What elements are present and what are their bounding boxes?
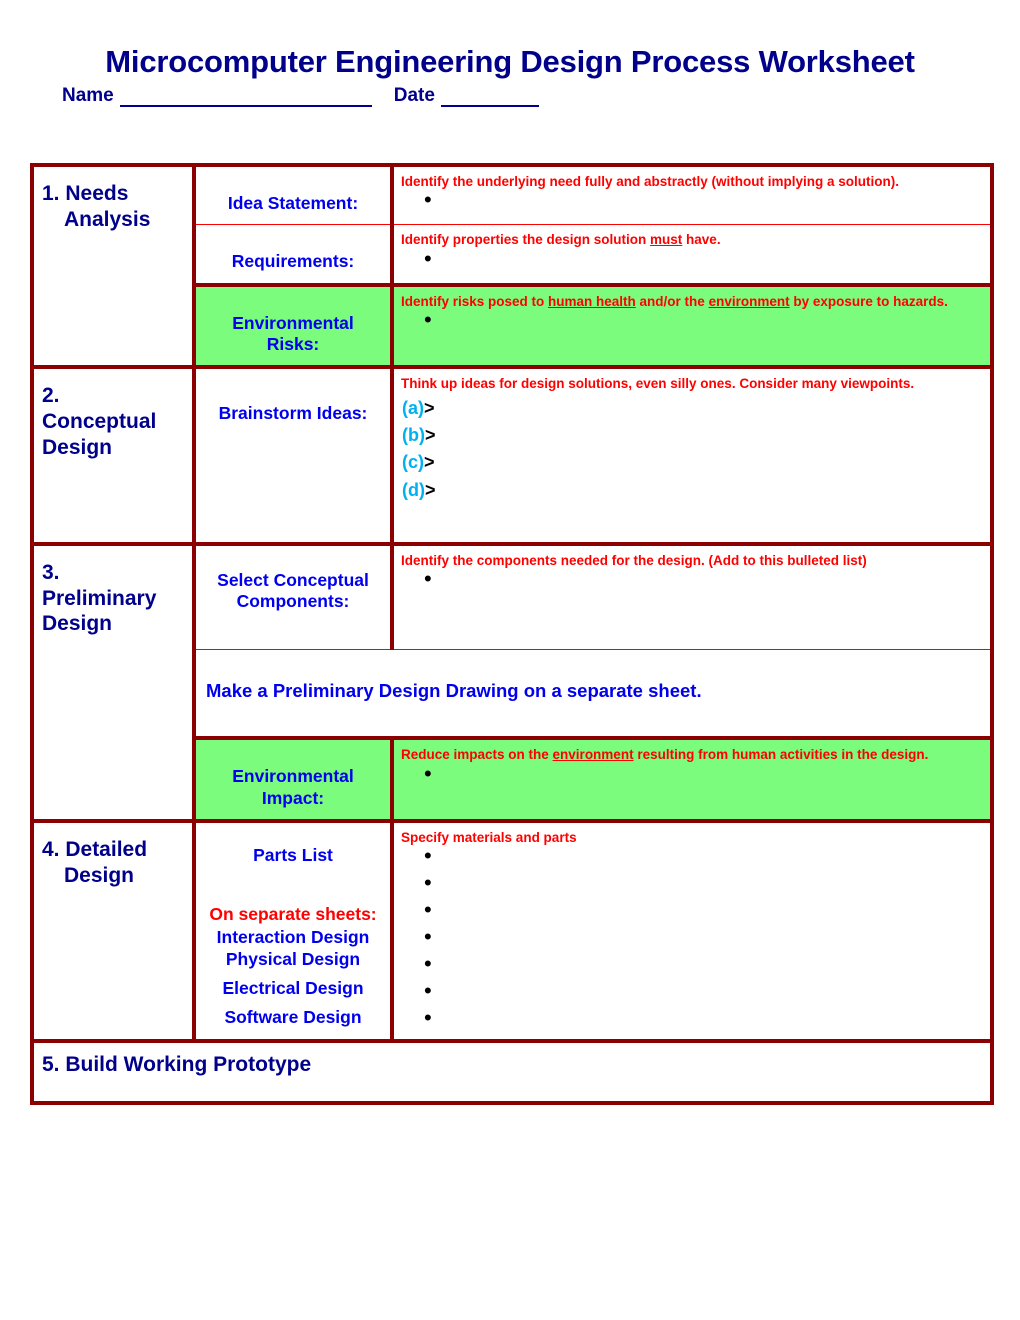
name-input-line[interactable] [119,87,372,107]
list-item[interactable] [394,763,990,796]
sublabel-brainstorm-ideas: Brainstorm Ideas: [218,403,368,424]
sublabel-parts-list: Parts List [253,845,333,866]
bullet-list-environmental-impact[interactable] [394,763,990,796]
list-item[interactable]: (a)> [402,395,990,422]
on-separate-sheets-label: On separate sheets: [209,904,377,925]
sublabel-environmental-risks: Environmental Risks: [232,312,354,355]
list-item[interactable] [394,872,990,904]
bullet-list-environmental-risks[interactable] [394,309,990,342]
sublabel-cell-requirements: Requirements: [194,224,394,287]
sublabel-cell-brainstorm: Brainstorm Ideas: [194,367,394,547]
instruction-idea-statement: Identify the underlying need fully and a… [401,174,900,189]
sublabel-cell-environmental-impact: Environmental Impact: [194,738,394,824]
sublabel-cell-idea-statement: Idea Statement: [194,163,394,226]
instruction-parts-list: Specify materials and parts [401,830,577,846]
sublabel-cell-parts-list: Parts List On separate sheets: Interacti… [194,821,394,1044]
date-input-line[interactable] [440,87,539,107]
date-label: Date [393,84,435,106]
list-item[interactable] [394,189,990,222]
instruction-select-components: Identify the components needed for the d… [401,553,867,569]
sublabel-requirements: Requirements: [231,251,355,272]
worksheet-header: Microcomputer Engineering Design Process… [0,0,1020,107]
sublabel-cell-select-components: Select Conceptual Components: [194,544,394,651]
list-item[interactable]: (c)> [402,449,990,476]
stage-cell-2: 2. Conceptual Design [30,367,196,547]
bullet-list-parts[interactable] [394,845,990,1039]
stage-label-2: 2. Conceptual Design [42,384,157,459]
worksheet-table-wrapper: 1. Needs Analysis Idea Statement: Identi… [30,162,994,1106]
sublabel-idea-statement: Idea Statement: [227,193,359,213]
table-row: 2. Conceptual Design Brainstorm Ideas: T… [30,367,994,547]
list-item[interactable]: (d)> [402,477,990,504]
instruction-brainstorm: Think up ideas for design solutions, eve… [401,376,915,392]
stage-cell-3: 3. Preliminary Design [30,544,196,824]
stage-label-1: 1. Needs Analysis [42,182,151,231]
content-cell-parts-list[interactable]: Specify materials and parts [392,821,994,1044]
stage-label-3: 3. Preliminary Design [42,561,157,636]
sublabel-cell-environmental-risks: Environmental Risks: [194,284,394,370]
table-row: 4. Detailed Design Parts List On separat… [30,821,994,1044]
separate-sheet-item: Electrical Design [222,978,364,999]
list-item[interactable] [394,980,990,1012]
table-row: 3. Preliminary Design Select Conceptual … [30,544,994,824]
table-row: 5. Build Working Prototype [30,1041,994,1106]
separate-sheet-item: Interaction Design Physical Design [216,926,370,970]
instruction-requirements: Identify properties the design solution … [401,232,721,248]
page-title: Microcomputer Engineering Design Process… [105,44,915,79]
lettered-idea-list[interactable]: (a)> (b)> (c)> (d)> [394,393,990,504]
instruction-environmental-risks: Identify risks posed to human health and… [401,293,948,309]
name-label: Name [62,84,114,106]
design-process-table: 1. Needs Analysis Idea Statement: Identi… [30,162,994,1106]
list-item[interactable] [394,248,990,281]
bullet-list-requirements[interactable] [394,248,990,281]
sublabel-environmental-impact: Environmental Impact: [232,766,354,808]
name-date-line: Name Date [62,85,1020,107]
content-cell-requirements[interactable]: Identify properties the design solution … [392,224,994,287]
content-cell-idea-statement[interactable]: Identify the underlying need fully and a… [392,163,994,226]
sublabel-select-conceptual-components: Select Conceptual Components: [217,570,369,612]
instruction-environmental-impact: Reduce impacts on the environment result… [401,747,929,763]
stage-label-5: 5. Build Working Prototype [42,1053,312,1077]
list-item[interactable] [394,568,990,601]
separate-sheet-item: Software Design [224,1006,362,1027]
bullet-list-components[interactable] [394,568,990,601]
list-item[interactable] [394,899,990,931]
content-cell-environmental-risks[interactable]: Identify risks posed to human health and… [392,284,994,370]
content-cell-brainstorm[interactable]: Think up ideas for design solutions, eve… [392,367,994,547]
preliminary-drawing-note: Make a Preliminary Design Drawing on a s… [206,680,702,702]
stage-cell-1: 1. Needs Analysis [30,162,196,370]
table-row: 1. Needs Analysis Idea Statement: Identi… [30,162,994,370]
content-cell-preliminary-drawing[interactable]: Make a Preliminary Design Drawing on a s… [194,649,994,741]
list-item[interactable] [394,926,990,958]
list-item[interactable] [394,845,990,877]
list-item[interactable] [394,1007,990,1039]
content-cell-select-components[interactable]: Identify the components needed for the d… [392,544,994,651]
stage-cell-4: 4. Detailed Design [30,821,196,1044]
content-cell-build-prototype[interactable]: 5. Build Working Prototype [30,1041,994,1106]
content-cell-environmental-impact[interactable]: Reduce impacts on the environment result… [392,738,994,824]
stage-label-4: 4. Detailed Design [42,838,148,887]
list-item[interactable] [394,953,990,985]
list-item[interactable]: (b)> [402,422,990,449]
bullet-list-idea-statement[interactable] [394,189,990,222]
list-item[interactable] [394,309,990,342]
